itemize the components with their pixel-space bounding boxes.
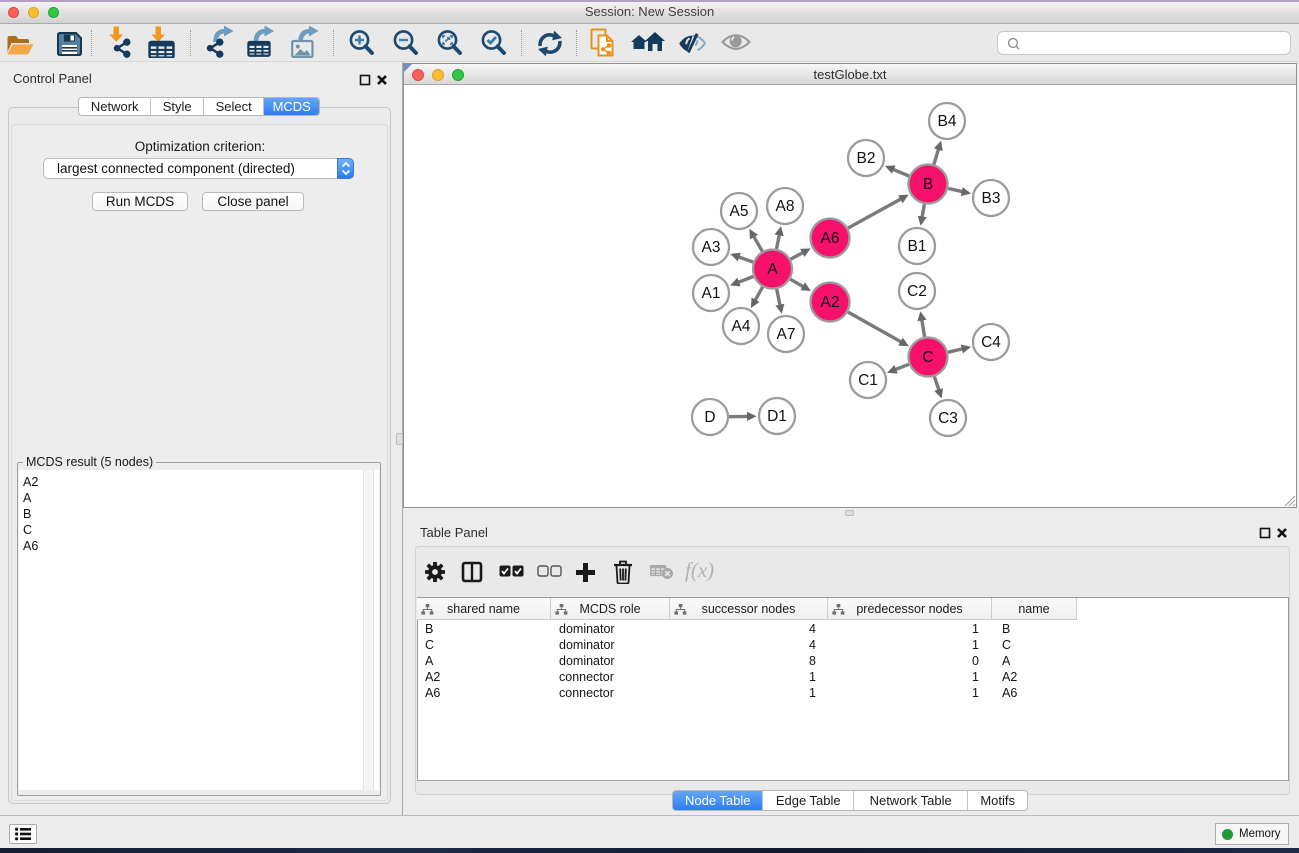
svg-text:B2: B2	[857, 150, 876, 167]
svg-text:A3: A3	[702, 239, 721, 256]
svg-text:C1: C1	[858, 372, 878, 389]
svg-text:B1: B1	[908, 238, 927, 255]
svg-text:B4: B4	[938, 113, 957, 130]
svg-text:A1: A1	[702, 285, 721, 302]
svg-text:A: A	[767, 261, 778, 278]
svg-text:C4: C4	[981, 334, 1001, 351]
svg-text:D: D	[704, 409, 715, 426]
svg-text:A2: A2	[821, 294, 840, 311]
svg-text:B3: B3	[982, 190, 1001, 207]
svg-text:D1: D1	[767, 408, 787, 425]
svg-text:A5: A5	[730, 203, 749, 220]
svg-text:B: B	[923, 176, 933, 193]
svg-text:A6: A6	[821, 230, 840, 247]
svg-text:A7: A7	[777, 326, 796, 343]
svg-text:A4: A4	[732, 318, 751, 335]
svg-text:C: C	[922, 349, 933, 366]
svg-text:A8: A8	[776, 198, 795, 215]
svg-text:C3: C3	[938, 410, 958, 427]
svg-text:C2: C2	[907, 283, 927, 300]
